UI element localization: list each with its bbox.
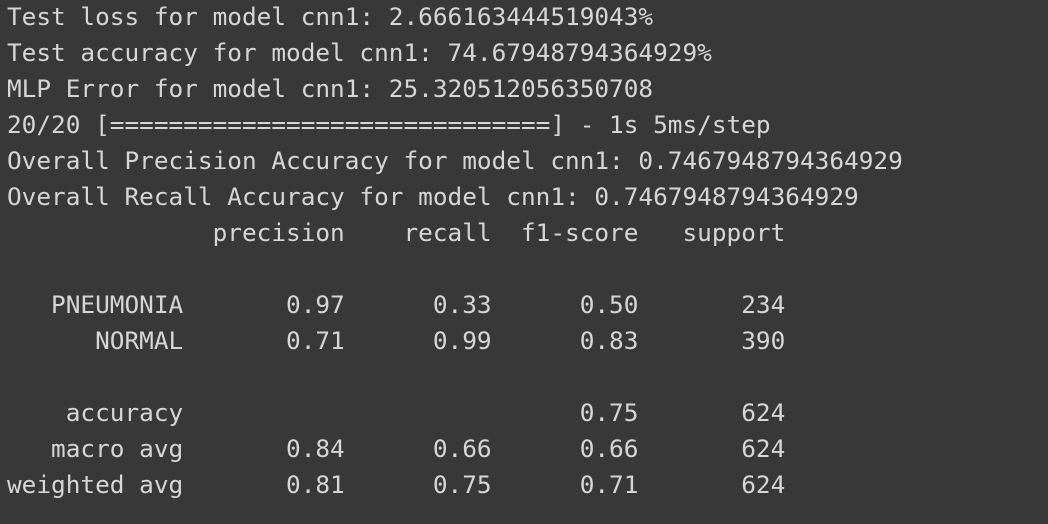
report-row-normal: NORMAL 0.71 0.99 0.83 390 [7,326,786,355]
report-row-accuracy: accuracy 0.75 624 [7,398,786,427]
report-row-macro-avg: macro avg 0.84 0.66 0.66 624 [7,434,786,463]
output-line-test-loss: Test loss for model cnn1: 2.666163444519… [7,2,654,31]
report-header-row: precision recall f1-score support [7,218,786,247]
report-row-pneumonia: PNEUMONIA 0.97 0.33 0.50 234 [7,290,786,319]
output-line-overall-recall: Overall Recall Accuracy for model cnn1: … [7,182,859,211]
output-line-overall-precision: Overall Precision Accuracy for model cnn… [7,146,903,175]
notebook-output-area: Test loss for model cnn1: 2.666163444519… [0,0,1048,524]
report-row-weighted-avg: weighted avg 0.81 0.75 0.71 624 [7,470,786,499]
output-line-test-accuracy: Test accuracy for model cnn1: 74.6794879… [7,38,712,67]
output-line-progress-bar: 20/20 [==============================] -… [7,110,771,139]
output-line-mlp-error: MLP Error for model cnn1: 25.32051205635… [7,74,654,103]
